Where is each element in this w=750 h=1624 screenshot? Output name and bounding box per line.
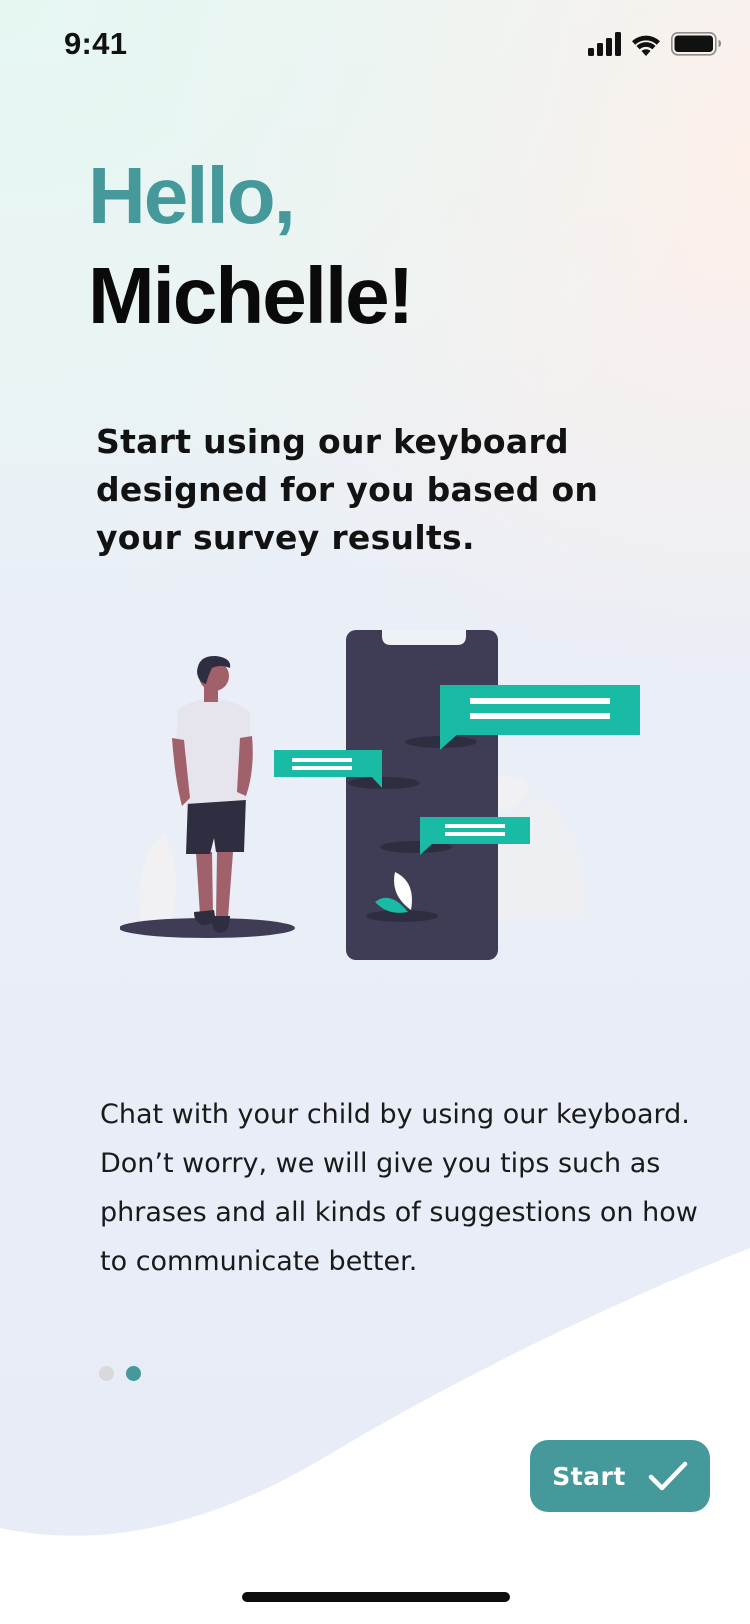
home-indicator[interactable]	[242, 1592, 510, 1602]
checkmark-icon	[648, 1461, 688, 1491]
background-wave	[0, 1248, 750, 1624]
greeting-hello: Hello,	[88, 151, 296, 240]
onboarding-subtitle: Start using our keyboard designed for yo…	[96, 422, 599, 557]
pager-dot-1[interactable]	[99, 1365, 114, 1381]
cellular-signal-icon	[588, 32, 621, 56]
phone-shape	[346, 630, 498, 960]
greeting-name: Michelle!	[88, 251, 414, 340]
chat-keyboard-illustration	[120, 630, 640, 960]
leaf-shape	[491, 795, 586, 920]
leaf-shape	[139, 835, 176, 920]
wifi-icon	[632, 35, 660, 56]
status-bar: 9:41	[0, 0, 750, 92]
status-time: 9:41	[64, 26, 128, 61]
person-figure	[172, 655, 253, 933]
battery-icon	[671, 32, 721, 56]
pager-dot-2-active[interactable]	[126, 1365, 141, 1381]
phone-notch	[382, 630, 466, 645]
start-button-label: Start	[552, 1461, 626, 1491]
status-icons	[588, 32, 721, 56]
start-button[interactable]: Start	[530, 1440, 710, 1512]
page-indicator	[99, 1365, 141, 1381]
